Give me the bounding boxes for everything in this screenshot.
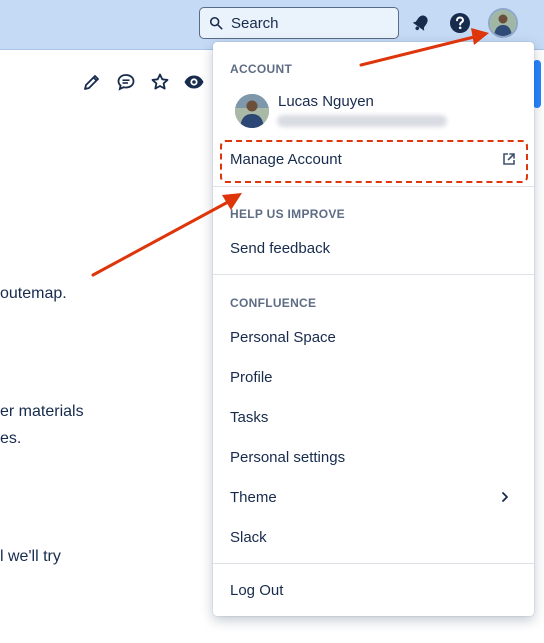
annotation-arrow-to-avatar <box>359 28 489 67</box>
annotation-arrows <box>91 28 489 277</box>
annotation-arrow-to-manage-account <box>91 193 242 277</box>
